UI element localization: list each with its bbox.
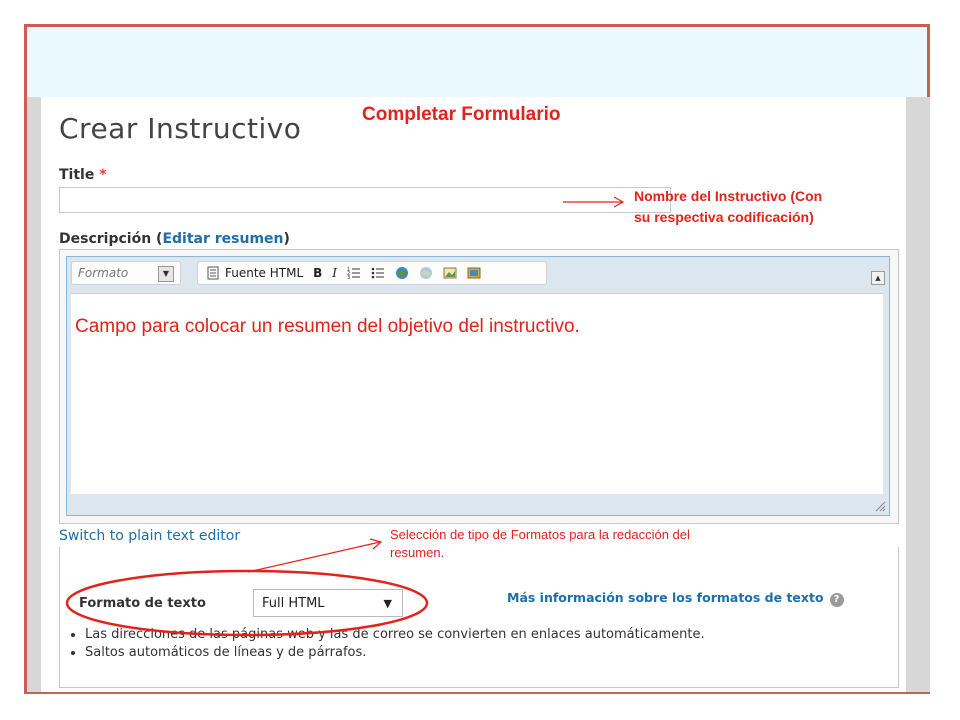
annotation-overlay xyxy=(65,196,625,637)
format-arrow xyxy=(247,538,383,573)
format-highlight-ellipse xyxy=(65,569,429,637)
title-arrow xyxy=(563,196,625,208)
